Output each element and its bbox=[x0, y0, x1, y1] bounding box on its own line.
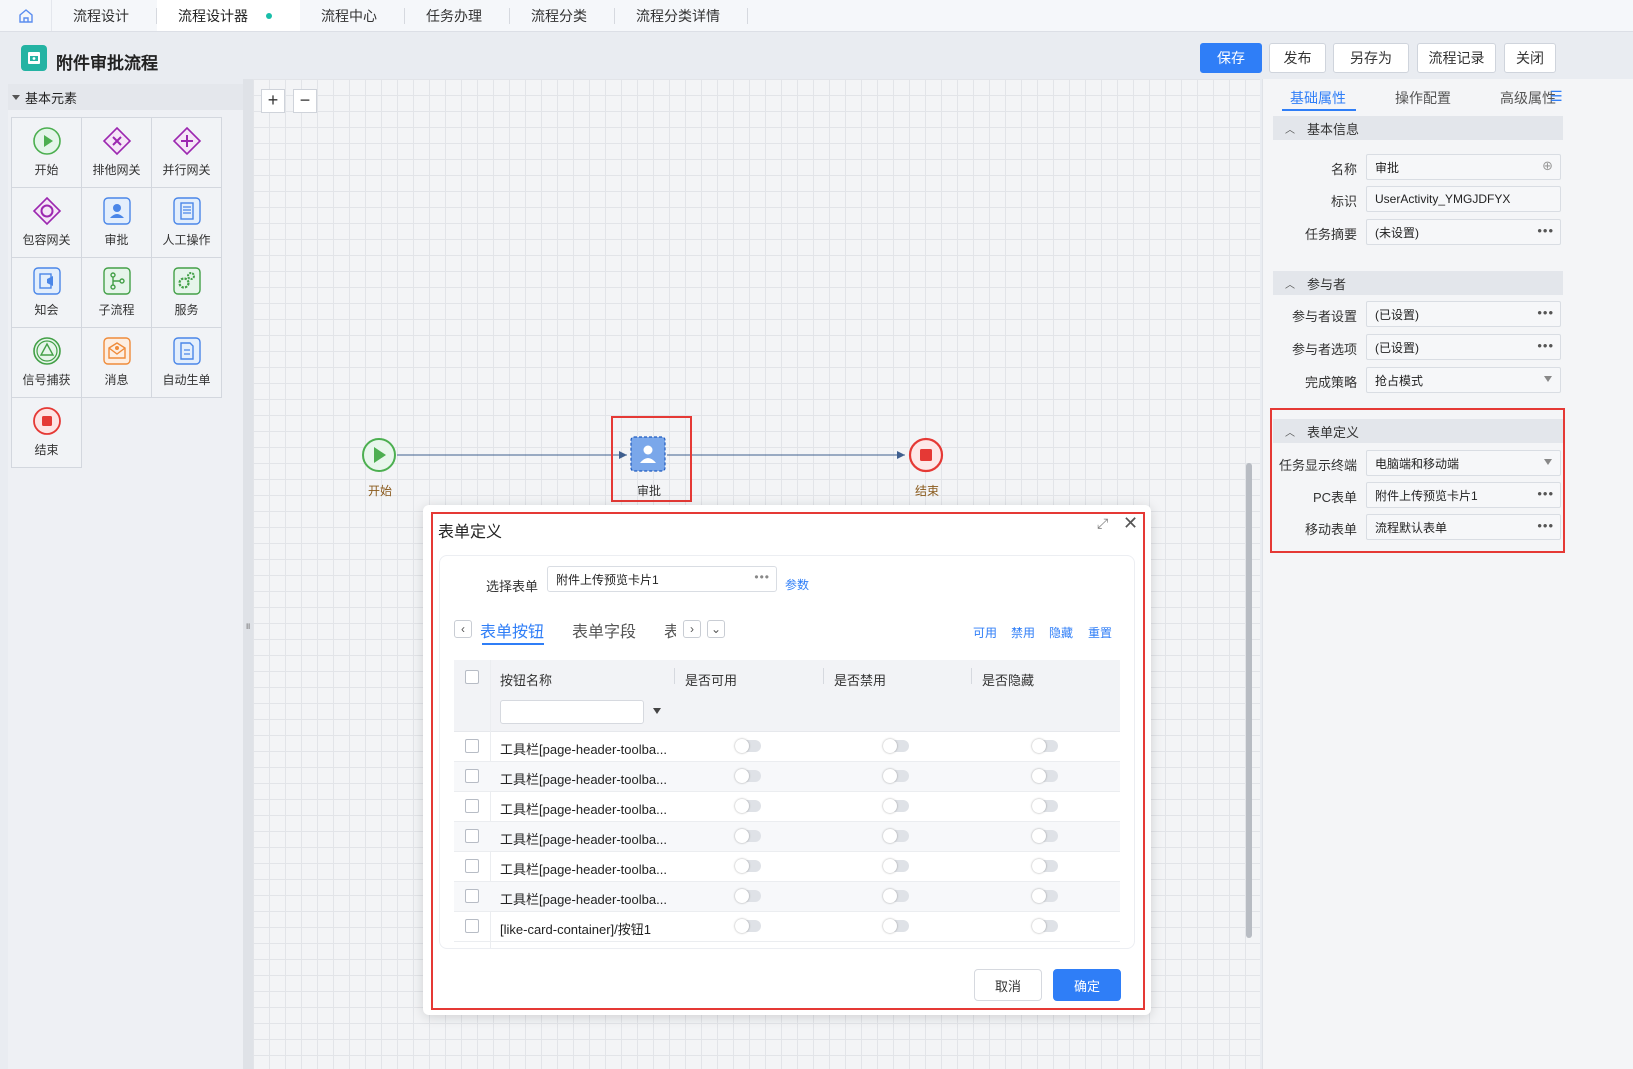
more-options-icon[interactable]: ••• bbox=[1537, 223, 1554, 238]
tab-bar: 流程设计 流程设计器 流程中心 任务办理 流程分类 流程分类详情 bbox=[0, 0, 1633, 32]
menu-list-icon[interactable]: ☰ bbox=[1550, 88, 1563, 105]
tab-process-design[interactable]: 流程设计 bbox=[52, 0, 157, 31]
drag-handle-icon: ॥ bbox=[245, 621, 251, 631]
publish-button[interactable]: 发布 bbox=[1269, 43, 1326, 73]
close-button[interactable]: 关闭 bbox=[1504, 43, 1556, 73]
palette-item-exclusive-gateway[interactable]: 排他网关 bbox=[81, 117, 152, 188]
save-button[interactable]: 保存 bbox=[1200, 43, 1262, 73]
start-node-label: 开始 bbox=[368, 484, 393, 498]
properties-panel: 基础属性 操作配置 高级属性 ☰ ︿ 基本信息 名称 审批 ⊕ 标识 UserAct… bbox=[1262, 79, 1633, 1069]
tab-basic-properties[interactable]: 基础属性 bbox=[1290, 88, 1346, 108]
inclusive-gateway-icon bbox=[32, 196, 61, 226]
field-identifier: 标识 UserActivity_YMGJDFYX bbox=[1263, 186, 1563, 212]
manual-task-icon bbox=[172, 197, 201, 225]
palette-item-start[interactable]: 开始 bbox=[11, 117, 82, 188]
identifier-input[interactable]: UserActivity_YMGJDFYX bbox=[1366, 186, 1561, 212]
end-node-label: 结束 bbox=[915, 484, 940, 498]
palette-item-auto-order[interactable]: 自动生单 bbox=[151, 327, 222, 398]
canvas-scrollbar[interactable] bbox=[1246, 463, 1252, 938]
participant-setting-input[interactable]: (已设置) ••• bbox=[1366, 301, 1561, 327]
signal-catch-icon bbox=[32, 337, 61, 365]
field-participant-setting: 参与者设置 (已设置) ••• bbox=[1263, 301, 1563, 327]
page-title: 附件审批流程 bbox=[56, 54, 158, 73]
tab-process-center[interactable]: 流程中心 bbox=[300, 0, 405, 31]
palette-item-notify[interactable]: 知会 bbox=[11, 257, 82, 328]
tab-advanced-properties[interactable]: 高级属性 bbox=[1500, 88, 1556, 108]
completion-strategy-select[interactable]: 抢占模式 bbox=[1366, 367, 1561, 393]
palette-section-header[interactable]: 基本元素 bbox=[8, 84, 251, 110]
process-records-button[interactable]: 流程记录 bbox=[1417, 43, 1496, 73]
tab-operation-config[interactable]: 操作配置 bbox=[1395, 88, 1451, 108]
more-options-icon[interactable]: ••• bbox=[1537, 305, 1554, 320]
dialog-highlight bbox=[431, 512, 1145, 1010]
tab-process-category-detail[interactable]: 流程分类详情 bbox=[615, 0, 748, 31]
section-basic-info[interactable]: ︿ 基本信息 bbox=[1273, 116, 1563, 140]
palette-item-message[interactable]: 消息 bbox=[81, 327, 152, 398]
document-icon bbox=[21, 45, 47, 71]
properties-tabs: 基础属性 操作配置 高级属性 ☰ bbox=[1263, 79, 1633, 113]
active-tab-underline bbox=[1282, 109, 1356, 111]
notify-icon bbox=[32, 267, 61, 295]
collapse-chevron-icon: ︿ bbox=[1285, 279, 1295, 291]
end-icon bbox=[32, 407, 61, 435]
palette-item-inclusive-gateway[interactable]: 包容网关 bbox=[11, 187, 82, 258]
end-node[interactable] bbox=[908, 437, 944, 473]
more-options-icon[interactable]: ••• bbox=[1537, 338, 1554, 353]
tab-process-category[interactable]: 流程分类 bbox=[510, 0, 615, 31]
approval-icon bbox=[102, 197, 131, 225]
approval-node-highlight bbox=[611, 416, 692, 502]
home-icon[interactable] bbox=[0, 0, 52, 31]
subprocess-icon bbox=[102, 267, 131, 295]
form-definition-highlight bbox=[1270, 408, 1565, 553]
tab-task-handling[interactable]: 任务办理 bbox=[405, 0, 510, 31]
collapse-triangle-icon bbox=[12, 94, 20, 100]
service-icon bbox=[172, 267, 201, 295]
page-header: 附件审批流程 保存 发布 另存为 流程记录 关闭 bbox=[0, 39, 1633, 79]
dropdown-caret-icon bbox=[1544, 376, 1552, 382]
palette-item-signal-catch[interactable]: 信号捕获 bbox=[11, 327, 82, 398]
message-icon bbox=[102, 337, 131, 365]
parallel-gateway-icon bbox=[172, 126, 201, 156]
tab-process-designer[interactable]: 流程设计器 bbox=[157, 0, 300, 31]
section-participants[interactable]: ︿ 参与者 bbox=[1273, 271, 1563, 295]
palette-item-subprocess[interactable]: 子流程 bbox=[81, 257, 152, 328]
field-participant-options: 参与者选项 (已设置) ••• bbox=[1263, 334, 1563, 360]
palette-item-approval[interactable]: 审批 bbox=[81, 187, 152, 258]
field-task-summary: 任务摘要 (未设置) ••• bbox=[1263, 219, 1563, 245]
palette-item-parallel-gateway[interactable]: 并行网关 bbox=[151, 117, 222, 188]
save-as-button[interactable]: 另存为 bbox=[1333, 43, 1409, 73]
field-completion-strategy: 完成策略 抢占模式 bbox=[1263, 367, 1563, 393]
palette-item-end[interactable]: 结束 bbox=[11, 397, 82, 468]
start-icon bbox=[32, 127, 61, 155]
collapse-chevron-icon: ︿ bbox=[1285, 124, 1295, 136]
start-node[interactable] bbox=[362, 438, 396, 472]
exclusive-gateway-icon bbox=[102, 126, 131, 156]
name-input[interactable]: 审批 ⊕ bbox=[1366, 154, 1561, 180]
auto-order-icon bbox=[172, 337, 201, 365]
palette-item-service[interactable]: 服务 bbox=[151, 257, 222, 328]
element-palette: 基本元素 开始 排他网关 并行网关 包容网关 审批 人工操作 知会 子流程 服务… bbox=[8, 84, 251, 1069]
globe-icon[interactable]: ⊕ bbox=[1542, 158, 1554, 174]
participant-options-input[interactable]: (已设置) ••• bbox=[1366, 334, 1561, 360]
task-summary-input[interactable]: (未设置) ••• bbox=[1366, 219, 1561, 245]
palette-item-manual-task[interactable]: 人工操作 bbox=[151, 187, 222, 258]
panel-splitter[interactable]: ॥ bbox=[243, 79, 253, 1069]
active-dot-icon bbox=[266, 12, 272, 19]
field-name: 名称 审批 ⊕ bbox=[1263, 154, 1563, 180]
